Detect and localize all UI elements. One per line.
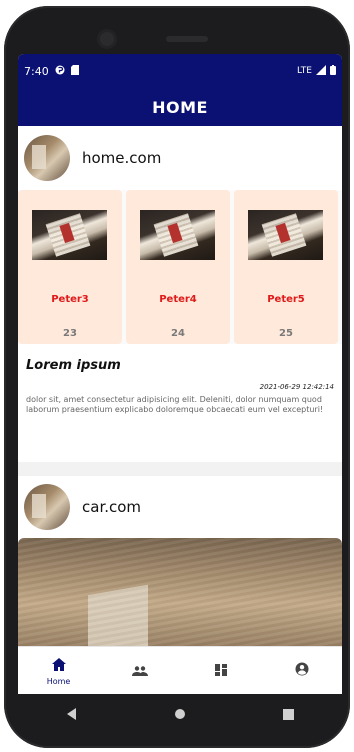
signal-icon: [316, 64, 326, 78]
product-image: [32, 210, 107, 260]
app-bar: HOME: [18, 88, 342, 126]
product-number: 24: [171, 328, 185, 339]
product-name: Peter5: [267, 294, 305, 305]
post-title: Lorem ipsum: [26, 358, 121, 373]
product-card[interactable]: Peter3 23: [18, 190, 122, 344]
post-date: 2021-06-29 12:42:14: [259, 383, 334, 391]
avatar: [24, 484, 70, 530]
post-body: dolor sit, amet consectetur adipisicing …: [26, 395, 324, 414]
nav-home[interactable]: Home: [18, 647, 99, 694]
product-image: [140, 210, 215, 260]
site-header[interactable]: home.com: [18, 126, 342, 190]
earpiece-speaker: [166, 36, 208, 42]
home-circle-icon[interactable]: [174, 705, 186, 724]
site-card: home.com Peter3 23 Peter4 24 Peter5 25 L…: [18, 126, 342, 462]
account-circle-icon: [295, 661, 309, 680]
dashboard-icon: [214, 661, 227, 680]
product-card[interactable]: Peter5 25: [234, 190, 338, 344]
nav-dashboard[interactable]: [180, 647, 261, 694]
status-time: 7:40: [24, 64, 49, 78]
nav-home-label: Home: [46, 676, 71, 686]
home-icon: [51, 656, 66, 675]
site-title: home.com: [82, 149, 162, 167]
feed[interactable]: home.com Peter3 23 Peter4 24 Peter5 25 L…: [18, 126, 342, 646]
people-icon: [131, 661, 148, 680]
recents-icon[interactable]: [282, 705, 294, 724]
battery-icon: [330, 64, 336, 78]
notification-icon: [55, 65, 65, 78]
front-camera: [100, 32, 114, 46]
status-bar: 7:40 LTE: [18, 54, 342, 88]
back-icon[interactable]: [66, 705, 78, 724]
product-image: [248, 210, 323, 260]
site-card: car.com: [18, 476, 342, 646]
product-number: 23: [63, 328, 77, 339]
site-title: car.com: [82, 498, 142, 516]
product-name: Peter4: [159, 294, 197, 305]
sd-card-icon: [70, 64, 79, 78]
product-name: Peter3: [51, 294, 89, 305]
bottom-navigation: Home: [18, 646, 342, 694]
product-number: 25: [279, 328, 293, 339]
app-screen: 7:40 LTE HOME home.com Peter3 23 Peter4 …: [18, 54, 342, 694]
post[interactable]: Lorem ipsum 2021-06-29 12:42:14 dolor si…: [18, 344, 342, 462]
system-navigation-bar: [18, 694, 342, 734]
product-carousel[interactable]: Peter3 23 Peter4 24 Peter5 25: [18, 190, 342, 344]
network-type: LTE: [297, 66, 312, 76]
nav-account[interactable]: [261, 647, 342, 694]
nav-people[interactable]: [99, 647, 180, 694]
product-card[interactable]: Peter4 24: [126, 190, 230, 344]
avatar: [24, 135, 70, 181]
page-title: HOME: [152, 97, 208, 117]
site-image[interactable]: [18, 538, 342, 646]
site-header[interactable]: car.com: [18, 476, 342, 538]
